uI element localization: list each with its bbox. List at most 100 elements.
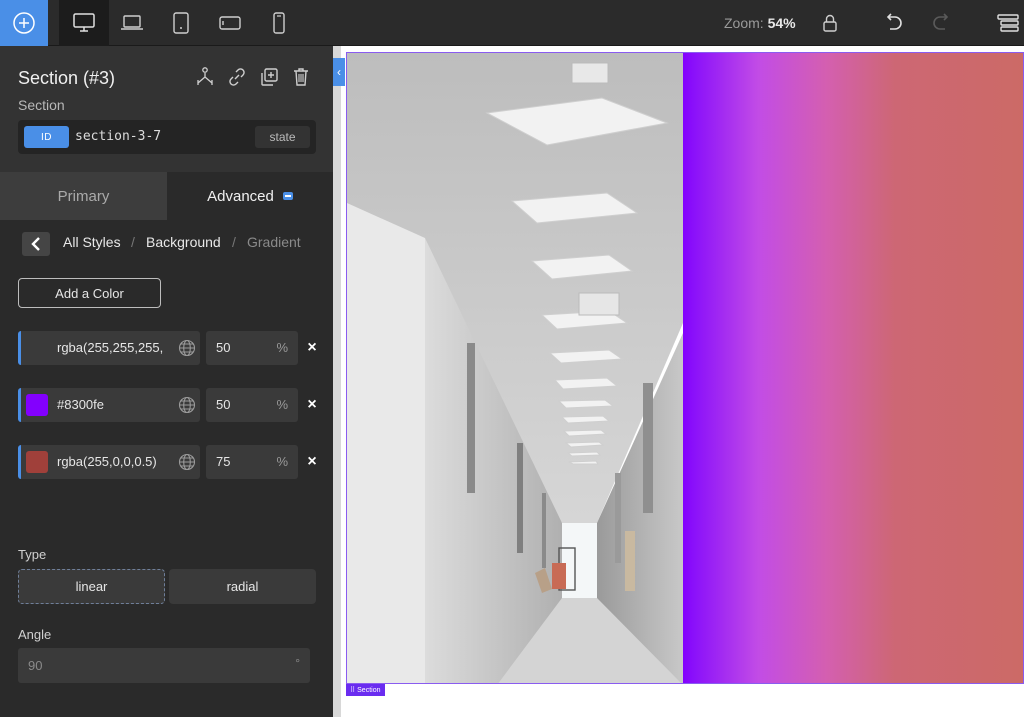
properties-panel: Section (#3) Section ID section-3-7 stat… [0,46,333,717]
add-color-button[interactable]: Add a Color [18,278,161,308]
angle-label: Angle [18,627,52,642]
percent-unit: % [276,340,288,355]
tab-primary-label: Primary [57,187,110,205]
back-button[interactable] [22,232,50,256]
desktop-icon [73,13,95,32]
percent-unit: % [276,454,288,469]
lock-icon [823,14,837,32]
breadcrumb-separator: / [131,234,135,250]
selected-section[interactable] [346,52,1024,684]
color-stop-percent-input[interactable]: 75 % [206,445,298,479]
plus-circle-icon [13,12,35,34]
tablet-icon [173,12,189,34]
element-type-label: Section [18,97,65,113]
breadcrumb-separator: / [232,234,236,250]
type-linear-button[interactable]: linear [18,569,165,604]
globe-icon[interactable] [178,396,196,414]
redo-icon [933,13,949,30]
gradient-color-row: rgba(255,0,0,0.5) 75 % × [18,445,318,479]
color-stop-percent-input[interactable]: 50 % [206,331,298,365]
tab-advanced[interactable]: Advanced [167,172,333,220]
device-tablet-landscape-button[interactable] [205,0,255,46]
gradient-overlay [683,53,1023,683]
element-id-value[interactable]: section-3-7 [75,129,161,144]
breadcrumb: All Styles / Background / Gradient [0,220,333,266]
link-button[interactable] [224,64,250,90]
minus-badge-icon [282,192,293,200]
color-value-field[interactable]: #8300fe [18,388,200,422]
remove-color-button[interactable]: × [304,453,320,471]
drag-handle-icon: ⠿ [350,687,356,694]
undo-button[interactable] [881,11,905,35]
percent-unit: % [276,397,288,412]
duplicate-button[interactable] [256,64,282,90]
angle-placeholder: 90 [28,658,43,673]
tablet-landscape-icon [219,16,241,30]
phone-icon [273,12,285,34]
zoom-label: Zoom: [724,15,764,31]
duplicate-icon [261,68,278,86]
device-tablet-button[interactable] [156,0,206,46]
color-swatch[interactable] [26,451,48,473]
link-icon [229,68,245,86]
gradient-color-row: #8300fe 50 % × [18,388,318,422]
hierarchy-icon [197,67,213,85]
color-value-text: rgba(255,255,255, [57,340,164,355]
tab-advanced-label: Advanced [207,187,274,205]
breadcrumb-background[interactable]: Background [146,234,221,250]
color-stop-percent-value: 50 [216,340,231,355]
add-element-button[interactable] [0,0,48,46]
remove-color-button[interactable]: × [304,396,320,414]
layers-list-icon [997,14,1019,32]
zoom-value: 54% [767,15,796,31]
selected-element-title: Section (#3) [18,68,116,88]
element-id-row: ID section-3-7 state [18,120,316,154]
top-toolbar: Zoom: 54% [0,0,1024,46]
type-label: Type [18,547,47,562]
section-label-text: Section [357,686,381,694]
laptop-icon [121,15,143,30]
breadcrumb-all-styles[interactable]: All Styles [63,234,121,250]
delete-button[interactable] [288,64,314,90]
structure-button[interactable] [192,64,218,90]
chevron-left-icon: ‹ [337,65,341,79]
color-value-field[interactable]: rgba(255,0,0,0.5) [18,445,200,479]
breadcrumb-gradient: Gradient [247,234,301,250]
remove-color-button[interactable]: × [304,339,320,357]
id-badge[interactable]: ID [24,126,69,148]
type-radial-button[interactable]: radial [169,569,316,604]
lock-button[interactable] [818,11,842,35]
redo-button[interactable] [930,11,954,35]
state-button[interactable]: state [255,126,310,148]
color-value-text: #8300fe [57,397,104,412]
globe-icon[interactable] [178,339,196,357]
color-value-text: rgba(255,0,0,0.5) [57,454,157,469]
globe-icon[interactable] [178,453,196,471]
zoom-indicator[interactable]: Zoom: 54% [724,15,796,31]
device-laptop-button[interactable] [107,0,157,46]
gradient-color-row: rgba(255,255,255, 50 % × [18,331,318,365]
color-swatch[interactable] [26,394,48,416]
panel-tabs: Primary Advanced [0,172,333,220]
corridor-background-image [347,53,683,683]
gradient-editor: Add a Color rgba(255,255,255, 50 % × #83… [0,266,333,717]
color-swatch[interactable] [26,337,48,359]
structure-panel-button[interactable] [996,11,1020,35]
chevron-left-icon [31,237,40,251]
degree-unit: ° [295,656,300,670]
builder-canvas[interactable]: ‹ ⠿ Section [333,46,1024,717]
trash-icon [294,68,308,86]
angle-input[interactable]: 90 ° [18,648,310,683]
device-phone-button[interactable] [254,0,304,46]
device-desktop-button[interactable] [59,0,109,46]
color-stop-percent-value: 75 [216,454,231,469]
collapse-panel-button[interactable]: ‹ [333,58,345,86]
tab-primary[interactable]: Primary [0,172,167,220]
color-stop-percent-input[interactable]: 50 % [206,388,298,422]
section-label-tag[interactable]: ⠿ Section [346,684,385,696]
canvas-gutter [333,46,341,717]
element-actions [192,64,314,90]
color-value-field[interactable]: rgba(255,255,255, [18,331,200,365]
color-stop-percent-value: 50 [216,397,231,412]
undo-icon [886,13,902,30]
